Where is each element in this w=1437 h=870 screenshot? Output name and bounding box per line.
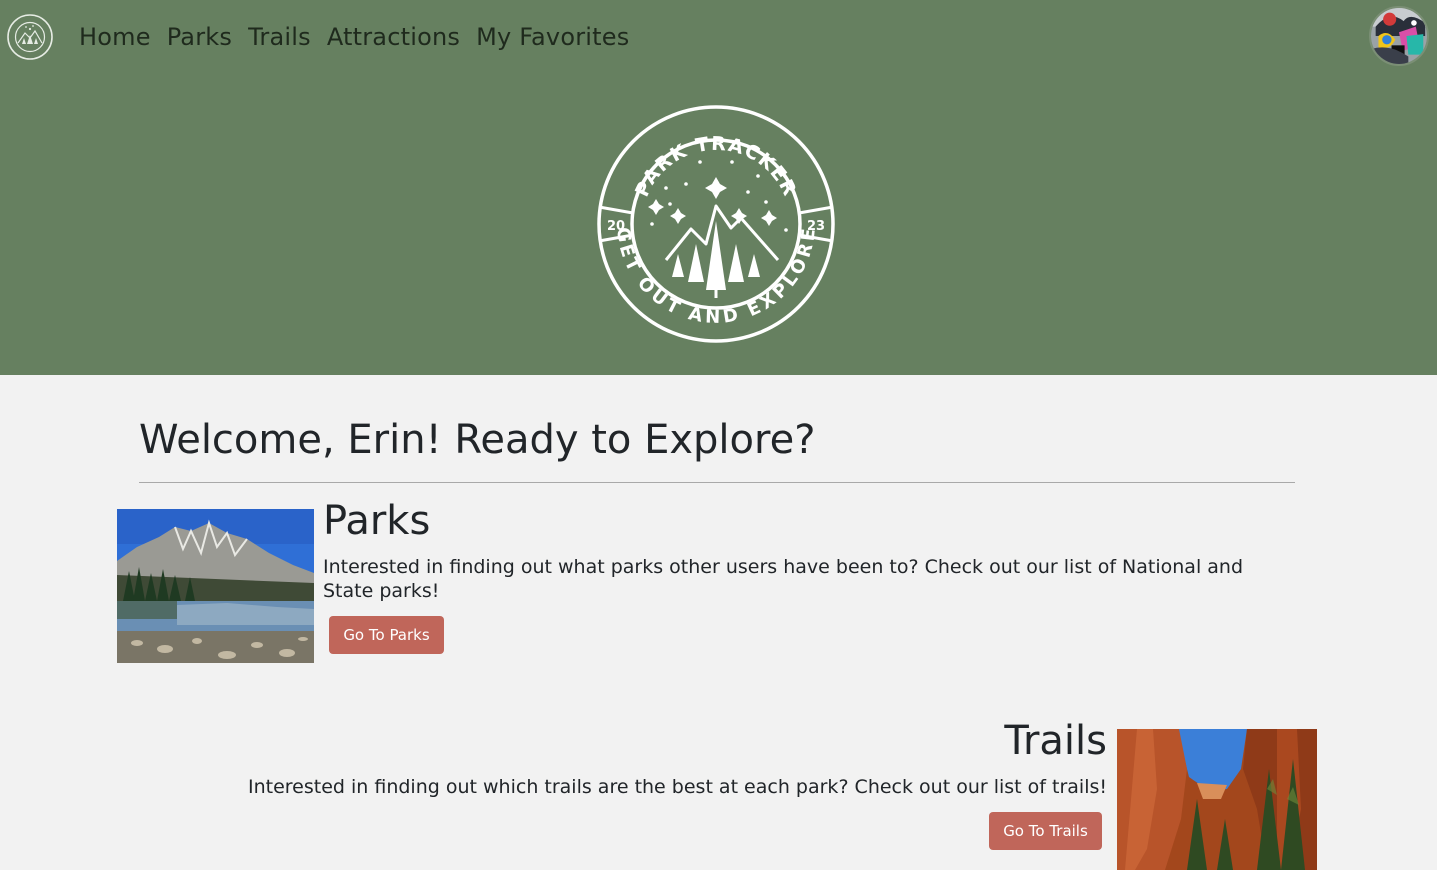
nav-link-parks[interactable]: Parks [167, 20, 232, 54]
badge-year-right: 23 [807, 219, 825, 234]
header-banner: Home Parks Trails Attractions My Favorit… [0, 0, 1437, 375]
user-avatar[interactable] [1369, 6, 1429, 66]
parks-photo [117, 509, 314, 663]
nav-link-attractions[interactable]: Attractions [327, 20, 460, 54]
go-to-trails-button[interactable]: Go To Trails [989, 812, 1102, 850]
avatar-image [1371, 8, 1427, 64]
nav-link-trails[interactable]: Trails [248, 20, 311, 54]
trails-description: Interested in finding out which trails a… [248, 776, 1107, 798]
welcome-heading: Welcome, Erin! Ready to Explore? [139, 417, 816, 463]
park-tracker-logo-icon[interactable] [6, 13, 54, 61]
top-navbar: Home Parks Trails Attractions My Favorit… [0, 0, 1437, 75]
trails-heading: Trails [1004, 718, 1107, 764]
go-to-parks-button[interactable]: Go To Parks [329, 616, 444, 654]
section-divider [139, 482, 1295, 483]
trails-photo [1117, 729, 1317, 870]
parks-heading: Parks [323, 498, 431, 544]
park-tracker-badge: PARK TRACKER GET OUT AND EXPLORE 20 23 [597, 105, 835, 343]
nav-link-my-favorites[interactable]: My Favorites [476, 20, 629, 54]
nav-link-home[interactable]: Home [79, 20, 151, 54]
parks-description: Interested in finding out what parks oth… [323, 556, 1244, 602]
badge-year-left: 20 [607, 219, 625, 234]
nav-links: Home Parks Trails Attractions My Favorit… [79, 20, 629, 54]
